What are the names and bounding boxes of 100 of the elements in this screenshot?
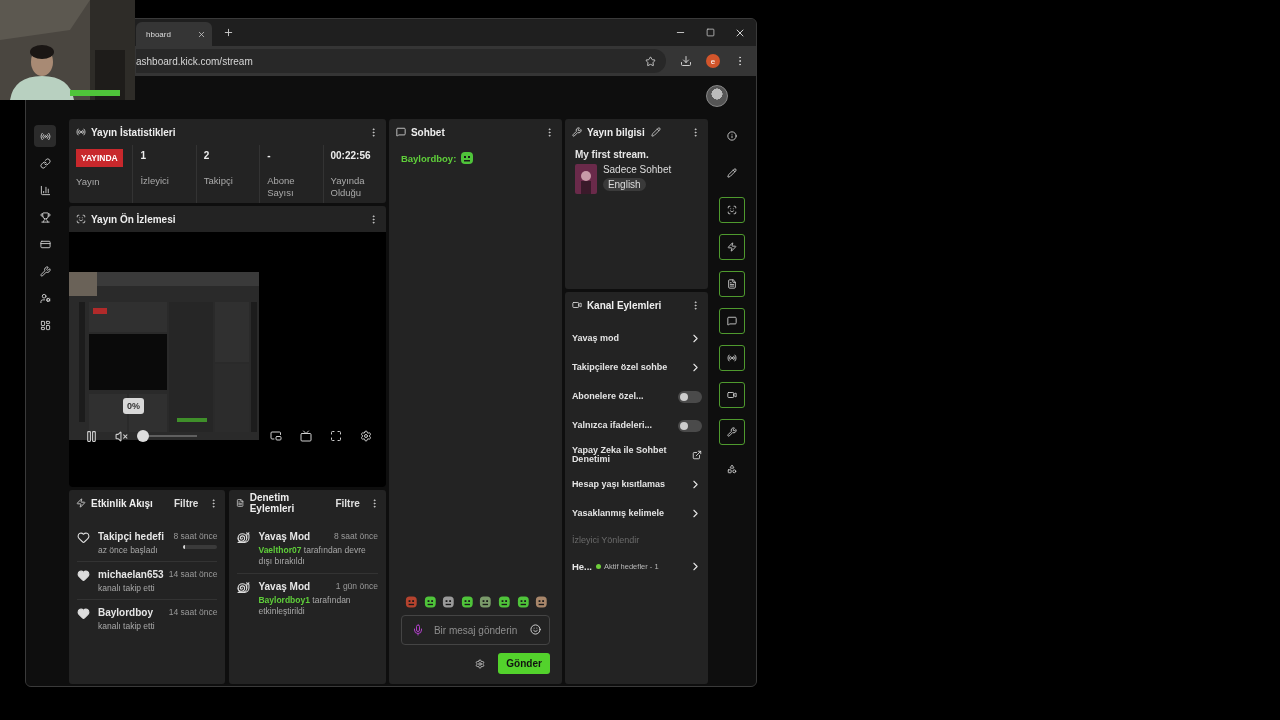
edit-icon[interactable]: [649, 126, 662, 138]
toggle-switch[interactable]: [677, 390, 702, 403]
panel-toggle[interactable]: [719, 271, 746, 297]
panel-toggle[interactable]: [719, 308, 746, 334]
language-tag: English: [602, 178, 646, 191]
wrench-icon: [39, 265, 51, 277]
panel-icon: [76, 498, 86, 508]
snail-icon: [237, 581, 251, 595]
info-icon: [727, 131, 738, 141]
panel-icon: [76, 214, 86, 224]
video-camera-icon: [727, 390, 738, 400]
chat-input[interactable]: Bir mesaj gönderin: [400, 615, 550, 645]
broadcast-icon: [39, 130, 51, 142]
stat-label: Yayında Olduğu: [330, 175, 366, 199]
action-toggle-row[interactable]: Abonelere özel...: [571, 382, 702, 411]
event-time: 14 saat önce: [168, 569, 218, 580]
panel-title: Kanal Eylemleri: [586, 299, 662, 311]
profile-avatar[interactable]: e: [706, 54, 720, 68]
emote-icon[interactable]: [423, 595, 437, 609]
emote-icon[interactable]: [479, 595, 492, 609]
panel-toggle[interactable]: [719, 382, 746, 408]
event-detail: az önce başladı: [98, 545, 158, 555]
volume-tooltip: 0%: [123, 398, 144, 414]
document-icon: [727, 279, 738, 289]
panel-title: Sohbet: [410, 126, 445, 138]
action-link[interactable]: Yasaklanmış kelimele: [571, 499, 702, 528]
chat-username[interactable]: Baylordboy:: [400, 152, 457, 164]
picture-in-picture-icon[interactable]: [267, 428, 284, 444]
stat-value: -: [267, 149, 272, 163]
emote-icon[interactable]: [460, 151, 475, 165]
stream-title: My first stream.: [574, 149, 650, 160]
stat-label: Takipçi: [203, 175, 234, 187]
stat-label: Yayın: [76, 176, 101, 188]
action-link[interactable]: Yavaş mod: [571, 324, 702, 353]
action-link[interactable]: Takipçilere özel sohbe: [571, 353, 702, 382]
settings-icon[interactable]: [474, 657, 487, 670]
url-text: ashboard.kick.com/stream: [136, 55, 254, 67]
panel-icon: [395, 127, 406, 137]
close-icon[interactable]: [196, 29, 206, 39]
panel-title: Etkinlik Akışı: [91, 497, 153, 509]
dashboard-icon: [39, 319, 51, 331]
broadcast-icon: [727, 353, 738, 363]
emote-icon[interactable]: [404, 595, 418, 609]
toggle-switch[interactable]: [677, 419, 702, 432]
panel-icon: [76, 127, 86, 137]
event-detail: kanalı takip etti: [98, 621, 155, 631]
event-name: michaelan653: [98, 569, 164, 580]
trophy-icon: [39, 211, 51, 223]
address-bar[interactable]: ashboard.kick.com/stream: [136, 49, 666, 73]
shapes-icon: [727, 464, 738, 474]
emoji-icon[interactable]: [529, 624, 541, 635]
microphone-icon[interactable]: [411, 624, 424, 636]
panel-title: Denetim Eylemleri: [249, 492, 296, 514]
event-time: 14 saat önce: [168, 607, 218, 618]
filter-button[interactable]: Filtre: [331, 497, 364, 509]
user-avatar[interactable]: [706, 85, 728, 107]
stat-value: 2: [203, 149, 211, 163]
panel-title: Yayın Ön İzlemesi: [91, 213, 176, 225]
emote-icon[interactable]: [442, 595, 455, 609]
emote-icon[interactable]: [498, 595, 511, 609]
heart-icon: [77, 607, 90, 620]
snail-icon: [237, 531, 251, 544]
user-settings-icon: [39, 292, 51, 304]
emote-icon[interactable]: [460, 595, 474, 609]
panel-toggle[interactable]: [719, 234, 746, 260]
star-icon[interactable]: [642, 53, 658, 69]
card-icon: [39, 238, 51, 250]
download-icon[interactable]: [678, 53, 694, 69]
heart-icon: [77, 569, 90, 582]
event-name: Takipçi hedefi: [98, 531, 164, 542]
pencil-icon: [727, 168, 738, 178]
send-button[interactable]: Gönder: [498, 653, 550, 674]
panel-icon: [236, 498, 245, 508]
event-detail: kanalı takip etti: [98, 583, 155, 593]
wrench-icon: [727, 427, 738, 437]
external-link-icon: [691, 450, 702, 460]
action-link[interactable]: Yapay Zeka ile Sohbet Denetimi: [571, 440, 702, 470]
chat-icon: [727, 316, 738, 326]
action-name: Yavaş Mod: [258, 531, 311, 542]
action-description: Baylordboy1 tarafından etkinleştirildi: [258, 595, 352, 618]
browser-tab[interactable]: hboard: [136, 22, 212, 46]
lightning-icon: [727, 242, 738, 252]
panel-toggle[interactable]: [719, 419, 746, 445]
event-time: 8 saat önce: [173, 531, 218, 542]
panel-toggle[interactable]: [719, 345, 746, 371]
action-toggle-row[interactable]: Yalnızca ifadeleri...: [571, 411, 702, 440]
panel-icon: [571, 300, 582, 310]
emote-icon[interactable]: [516, 595, 530, 609]
wrench-icon: [571, 127, 582, 137]
panel-title: Yayın bilgisi: [586, 126, 645, 138]
action-link[interactable]: Hesap yaşı kısıtlamas: [571, 470, 702, 499]
filter-button[interactable]: Filtre: [170, 497, 203, 509]
theater-mode-icon[interactable]: [297, 428, 314, 444]
chart-icon: [39, 184, 51, 196]
sidebar-item[interactable]: [34, 125, 56, 147]
tab-title: hboard: [146, 29, 171, 39]
emote-icon[interactable]: [535, 595, 548, 609]
stat-label: Abone Sayısı: [267, 175, 296, 199]
panel-toggle[interactable]: [719, 197, 746, 223]
action-time: 1 gün önce: [335, 581, 378, 593]
